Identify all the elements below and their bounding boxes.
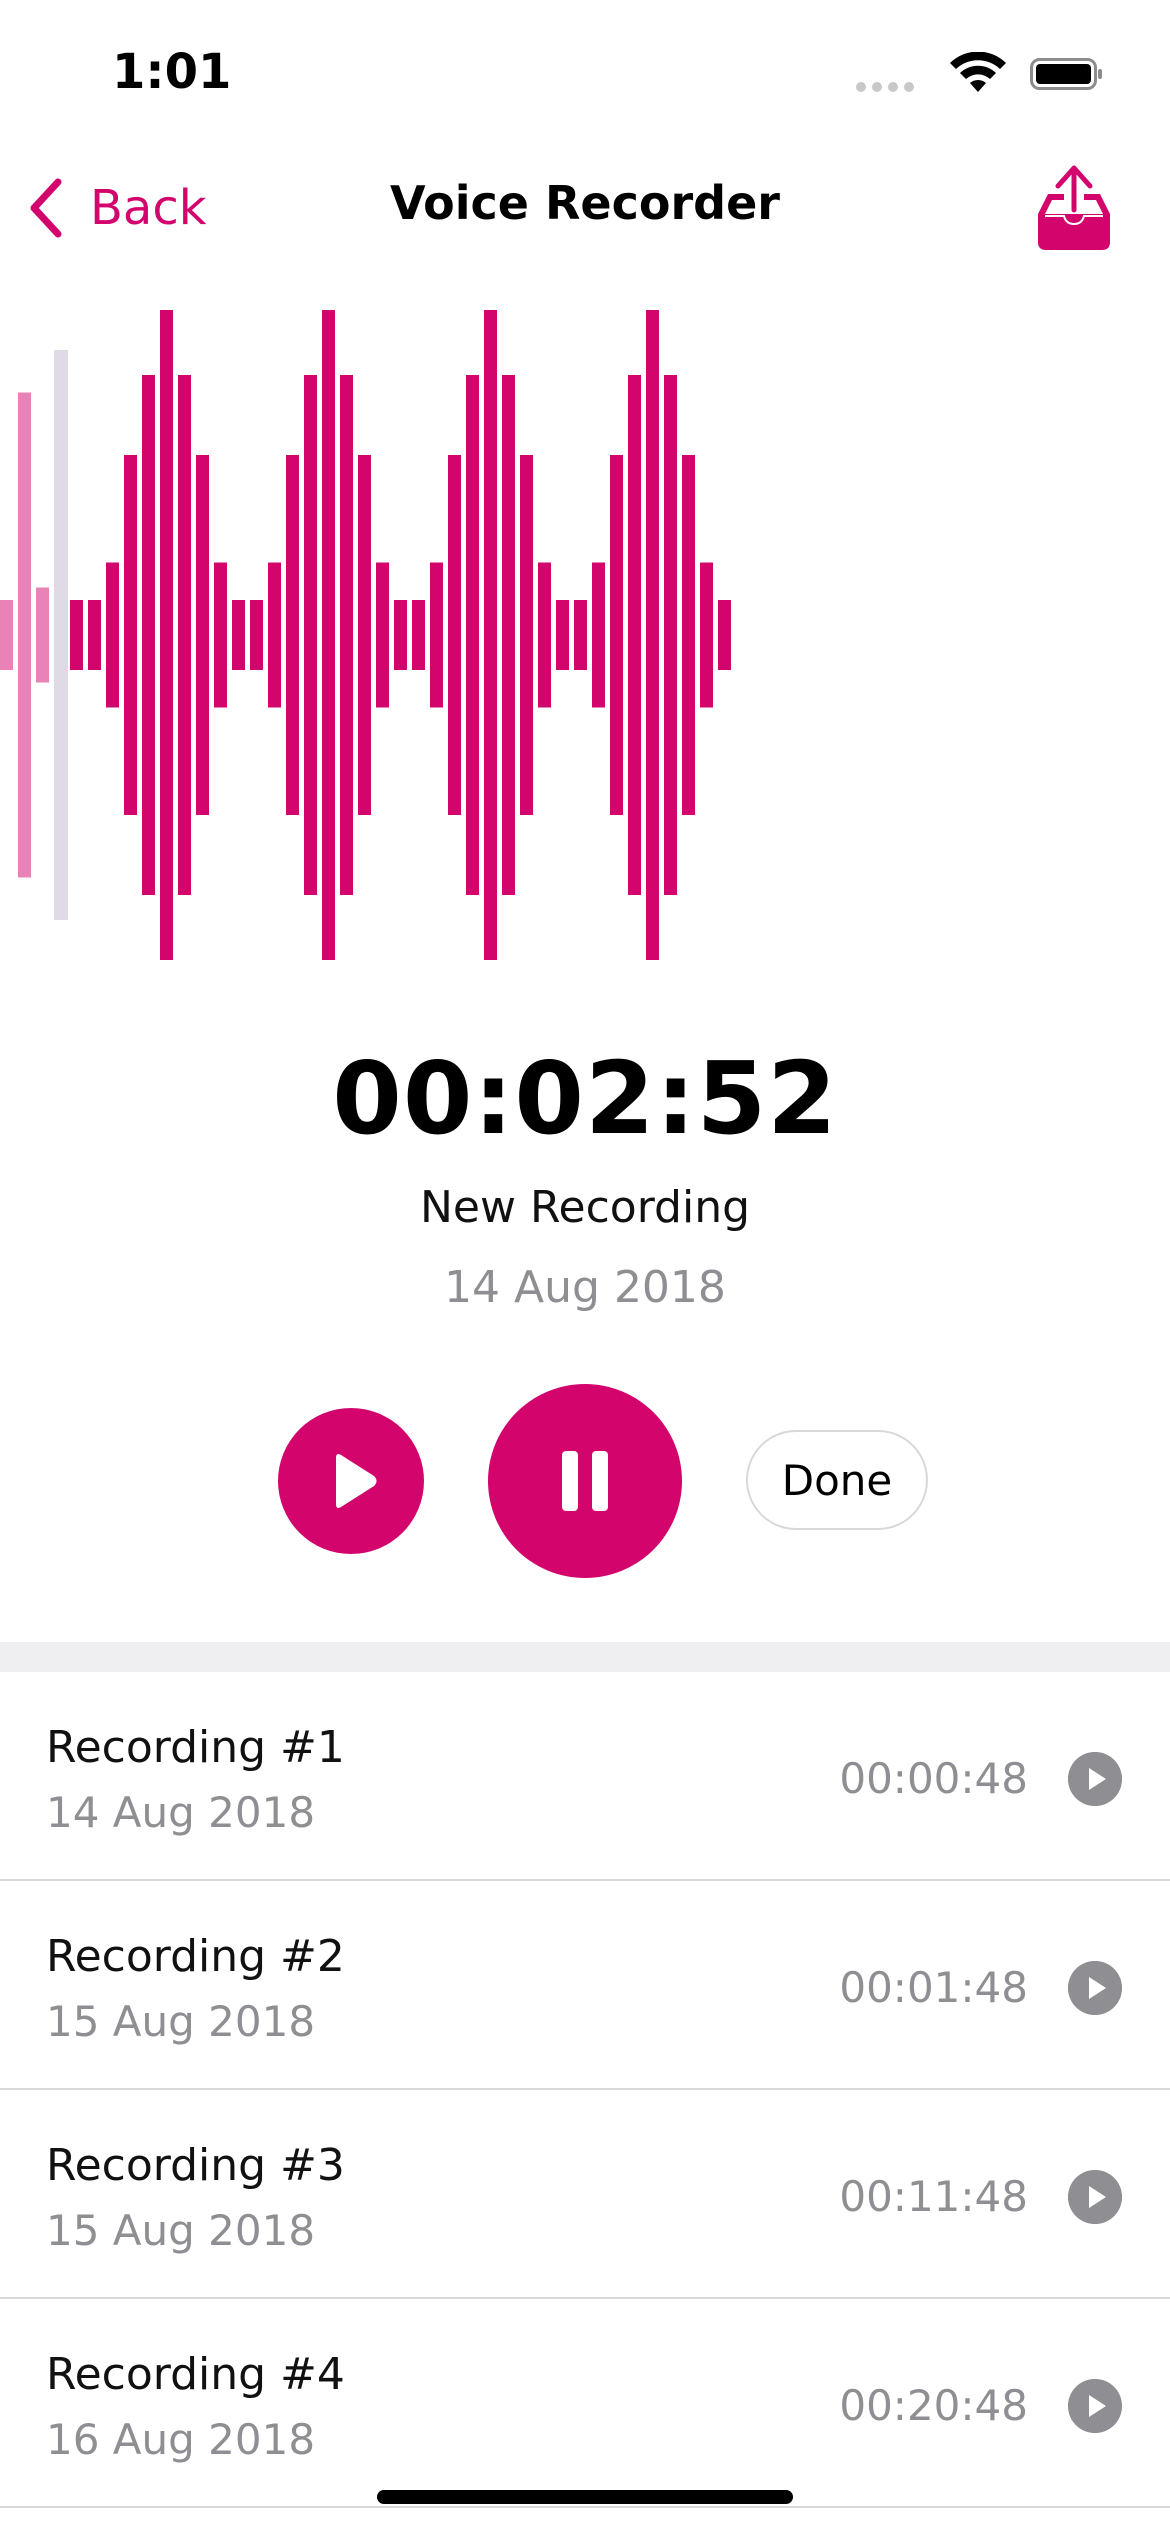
list-item[interactable]: Recording #1 14 Aug 2018 00:00:48 bbox=[0, 1672, 1170, 1881]
list-item[interactable]: Recording #4 16 Aug 2018 00:20:48 bbox=[0, 2299, 1170, 2508]
waveform-bar bbox=[484, 310, 497, 960]
play-icon[interactable] bbox=[1068, 1961, 1122, 2015]
waveform-bar bbox=[214, 562, 227, 708]
waveform-bar bbox=[106, 562, 119, 708]
waveform-bar bbox=[682, 455, 695, 815]
waveform-bar bbox=[304, 375, 317, 895]
recording-name: New Recording bbox=[419, 1182, 751, 1233]
waveform-bar bbox=[268, 562, 281, 708]
waveform-bar-played bbox=[36, 587, 49, 683]
recordings-list: Recording #1 14 Aug 2018 00:00:48 Record… bbox=[0, 1672, 1170, 2508]
list-item[interactable]: Recording #2 15 Aug 2018 00:01:48 bbox=[0, 1881, 1170, 2090]
done-button[interactable]: Done bbox=[746, 1430, 928, 1530]
recording-title: Recording #2 bbox=[46, 1931, 345, 1982]
recording-title: Recording #4 bbox=[46, 2349, 345, 2400]
waveform-bar bbox=[610, 455, 623, 815]
waveform-bar bbox=[412, 600, 425, 670]
waveform-bar bbox=[718, 600, 731, 670]
waveform-bar bbox=[178, 375, 191, 895]
waveform-bar bbox=[538, 562, 551, 708]
waveform-bar-played bbox=[18, 392, 31, 878]
waveform-bar bbox=[196, 455, 209, 815]
waveform-bar bbox=[70, 600, 83, 670]
waveform-bar bbox=[520, 455, 533, 815]
play-icon[interactable] bbox=[1068, 2379, 1122, 2433]
waveform-bar bbox=[394, 600, 407, 670]
status-time: 1:01 bbox=[112, 44, 232, 100]
waveform-bar bbox=[142, 375, 155, 895]
waveform-bar bbox=[340, 375, 353, 895]
waveform-bar bbox=[574, 600, 587, 670]
status-icons bbox=[856, 52, 1116, 96]
waveform-bar bbox=[160, 310, 173, 960]
recording-item-date: 15 Aug 2018 bbox=[46, 2206, 316, 2255]
waveform-bar bbox=[88, 600, 101, 670]
waveform-bar bbox=[664, 375, 677, 895]
pause-button[interactable] bbox=[488, 1384, 682, 1578]
recording-duration: 00:20:48 bbox=[839, 2381, 1028, 2430]
recording-item-date: 15 Aug 2018 bbox=[46, 1997, 316, 2046]
list-item[interactable]: Recording #3 15 Aug 2018 00:11:48 bbox=[0, 2090, 1170, 2299]
cellular-signal-icon bbox=[856, 82, 916, 94]
waveform-bar bbox=[502, 375, 515, 895]
recording-item-date: 16 Aug 2018 bbox=[46, 2415, 316, 2464]
audio-waveform[interactable] bbox=[0, 300, 1170, 970]
waveform-bar bbox=[124, 455, 137, 815]
waveform-bar bbox=[646, 310, 659, 960]
wifi-icon bbox=[950, 52, 1006, 92]
playhead[interactable] bbox=[54, 350, 68, 920]
waveform-bar bbox=[448, 455, 461, 815]
pause-icon bbox=[562, 1451, 608, 1511]
recording-duration: 00:01:48 bbox=[839, 1963, 1028, 2012]
status-bar: 1:01 bbox=[0, 0, 1170, 150]
page-title: Voice Recorder bbox=[390, 176, 780, 230]
recording-item-date: 14 Aug 2018 bbox=[46, 1788, 316, 1837]
recording-title: Recording #3 bbox=[46, 2140, 345, 2191]
waveform-graphic bbox=[0, 310, 731, 960]
waveform-bar bbox=[358, 455, 371, 815]
waveform-bar bbox=[232, 600, 245, 670]
share-tray-icon[interactable] bbox=[1034, 164, 1114, 254]
waveform-bar bbox=[556, 600, 569, 670]
play-icon[interactable] bbox=[1068, 2170, 1122, 2224]
recording-duration: 00:00:48 bbox=[839, 1754, 1028, 1803]
play-icon[interactable] bbox=[1068, 1752, 1122, 1806]
play-button[interactable] bbox=[278, 1408, 424, 1554]
play-icon bbox=[336, 1454, 377, 1508]
recording-date: 14 Aug 2018 bbox=[444, 1262, 726, 1313]
recording-title: Recording #1 bbox=[46, 1722, 345, 1773]
waveform-bar bbox=[322, 310, 335, 960]
section-divider bbox=[0, 1642, 1170, 1672]
waveform-bar bbox=[286, 455, 299, 815]
recording-duration: 00:11:48 bbox=[839, 2172, 1028, 2221]
waveform-bar bbox=[628, 375, 641, 895]
waveform-bar bbox=[700, 562, 713, 708]
battery-icon bbox=[1030, 58, 1102, 90]
waveform-bar bbox=[250, 600, 263, 670]
recording-timer: 00:02:52 bbox=[332, 1040, 838, 1157]
home-indicator bbox=[377, 2490, 793, 2504]
waveform-bar bbox=[376, 562, 389, 708]
voice-recorder-screen: 1:01 Back Voice Recorder 00:02:52 New Re… bbox=[0, 0, 1170, 2532]
waveform-bar bbox=[592, 562, 605, 708]
waveform-bar-played bbox=[0, 600, 13, 670]
waveform-bar bbox=[430, 562, 443, 708]
waveform-bar bbox=[466, 375, 479, 895]
navigation-bar: Back Voice Recorder bbox=[0, 150, 1170, 270]
